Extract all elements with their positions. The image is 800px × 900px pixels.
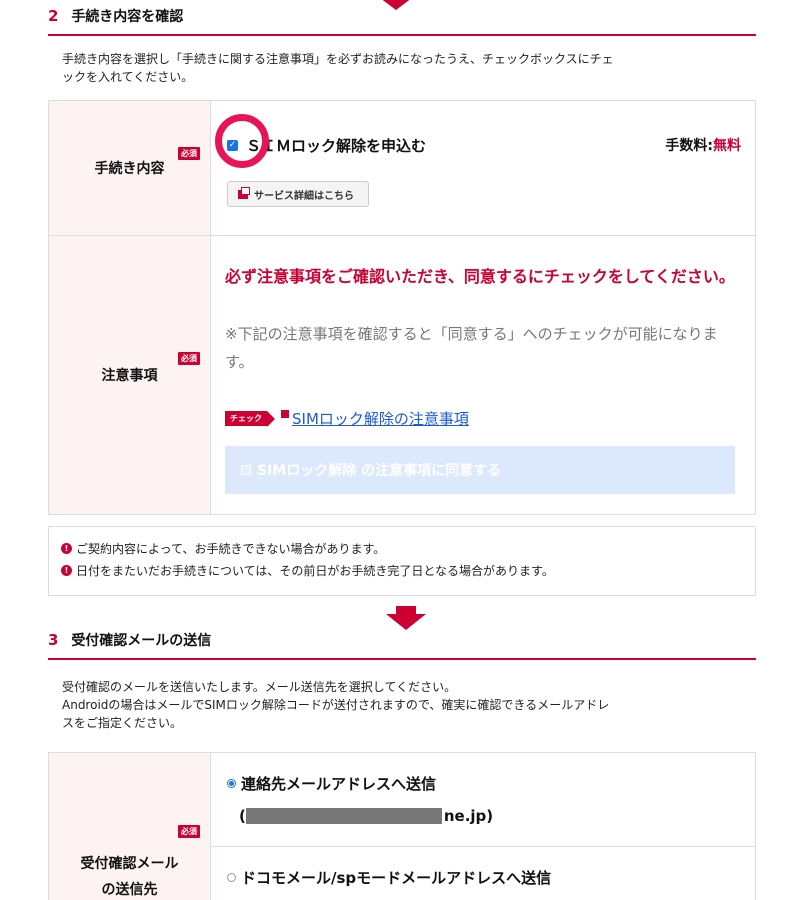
sim-unlock-option[interactable]: ✓ ＳＩＭロック解除を申込む [215, 114, 427, 168]
required-badge: 必須 [178, 825, 200, 838]
mail-content-cell: 連絡先メールアドレスへ送信 ( ne.jp) ドコモメール/spモードメールアド… [210, 752, 756, 900]
section-2-heading: 手続き内容を確認 [71, 9, 184, 25]
sim-unlock-option-label: ＳＩＭロック解除を申込む [246, 137, 427, 155]
external-link-icon [281, 409, 289, 418]
highlight-circle [215, 114, 269, 168]
check-tag: チェック [225, 411, 275, 427]
docomo-mail-radio[interactable] [227, 873, 236, 882]
contact-email-option[interactable]: 連絡先メールアドレスへ送信 [227, 773, 436, 794]
masked-email: ( ne.jp) [239, 807, 494, 825]
contact-email-radio[interactable] [227, 779, 236, 788]
mail-label-line1: 受付確認メール [80, 856, 179, 872]
exclamation-icon: ! [61, 542, 72, 554]
section-3-heading: 受付確認メールの送信 [71, 633, 212, 649]
fee-value: 無料 [713, 138, 741, 154]
fee-display: 手数料:無料 [665, 138, 741, 154]
section-3-description: 受付確認のメールを送信いたします。メール送信先を選択してください。 Androi… [62, 680, 610, 730]
section-2-number: 2 [48, 7, 59, 25]
procedure-label-cell: 必須 手続き内容 [48, 100, 211, 236]
exclamation-icon: ! [61, 564, 72, 576]
agree-checkbox[interactable] [241, 465, 251, 475]
service-detail-button[interactable]: サービス詳細はこちら [227, 181, 369, 207]
section-2-title: 2 手続き内容を確認 [48, 6, 756, 36]
notice-content-cell: 必ず注意事項をご確認いただき、同意するにチェックをしてください。 ※下記の注意事… [210, 235, 756, 515]
notice-warning-text: 必ず注意事項をご確認いただき、同意するにチェックをしてください。 [225, 267, 735, 286]
section-3-title: 3 受付確認メールの送信 [48, 630, 756, 660]
sim-unlock-notice-link[interactable]: SIMロック解除の注意事項 [292, 408, 469, 429]
agree-label: SIMロック解除 の注意事項に同意する [257, 463, 502, 479]
required-badge: 必須 [178, 352, 200, 365]
mail-label-line2: の送信先 [101, 882, 158, 898]
warning-item: ! ご契約内容によって、お手続きできない場合があります。 [61, 537, 755, 559]
notice-link-row: チェック SIMロック解除の注意事項 [225, 408, 469, 429]
notice-instruction-text: ※下記の注意事項を確認すると「同意する」へのチェックが可能になります。 [225, 325, 718, 371]
warning-box: ! ご契約内容によって、お手続きできない場合があります。 ! 日付をまたいだお手… [48, 526, 756, 596]
warning-item: ! 日付をまたいだお手続きについては、その前日がお手続き完了日となる場合がありま… [61, 559, 755, 581]
required-badge: 必須 [178, 147, 200, 160]
notice-label: 注意事項 [101, 368, 158, 384]
section-2-description: 手続き内容を選択し「手続きに関する注意事項」を必ずお読みになったうえ、チェックボ… [62, 52, 614, 84]
agree-checkbox-area[interactable]: SIMロック解除 の注意事項に同意する [225, 446, 735, 494]
notice-label-cell: 必須 注意事項 [48, 235, 211, 515]
mail-label-cell: 必須 受付確認メール の送信先 [48, 752, 211, 900]
external-link-icon [238, 186, 250, 199]
procedure-content-cell: ✓ ＳＩＭロック解除を申込む 手数料:無料 サービス詳細はこちら [210, 100, 756, 236]
section-3-number: 3 [48, 631, 59, 649]
procedure-label: 手続き内容 [94, 161, 165, 177]
docomo-mail-option[interactable]: ドコモメール/spモードメールアドレスへ送信 [227, 867, 551, 888]
email-redaction-bar [245, 808, 442, 824]
mail-form-table: 必須 受付確認メール の送信先 連絡先メールアドレスへ送信 ( ne.jp) ド… [48, 752, 756, 900]
procedure-form-table: 必須 手続き内容 ✓ ＳＩＭロック解除を申込む 手数料:無料 サービス詳細はこち… [48, 100, 756, 515]
